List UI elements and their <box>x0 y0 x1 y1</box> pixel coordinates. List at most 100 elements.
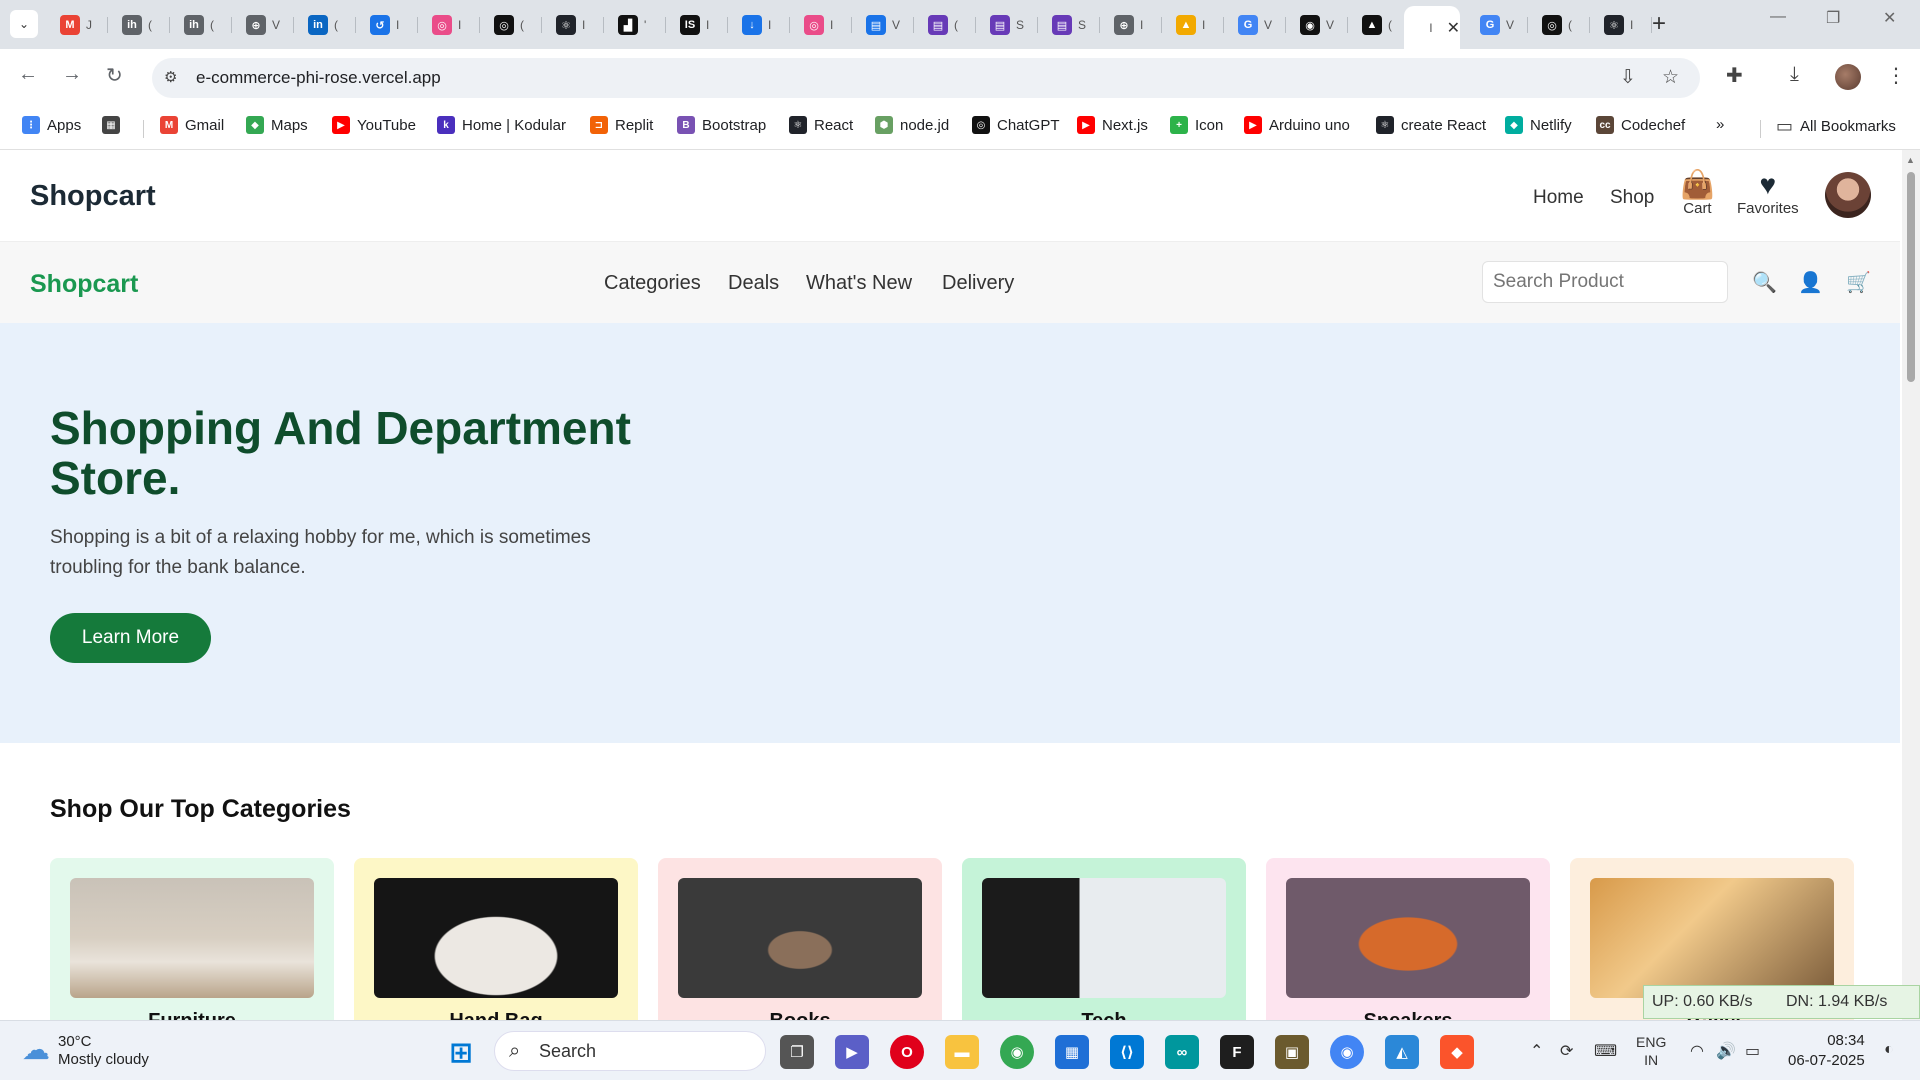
install-app-icon[interactable]: ⇩ <box>1620 66 1636 89</box>
bookmark-item[interactable]: + Icon <box>1170 116 1223 134</box>
browser-tab[interactable]: ◎ I <box>422 8 480 42</box>
browser-tab[interactable]: ◉ V <box>1290 8 1348 42</box>
profile-avatar[interactable] <box>1835 64 1861 90</box>
meet-icon[interactable]: ▶ <box>835 1035 869 1069</box>
bookmark-item[interactable]: ◆ Maps <box>246 116 308 134</box>
new-tab-button[interactable]: + <box>1652 10 1666 38</box>
site-info-icon[interactable]: ⚙ <box>164 68 177 86</box>
page-scrollbar[interactable]: ▲ <box>1902 150 1920 1020</box>
browser-tab[interactable]: ⊕ V <box>236 8 294 42</box>
keyboard-icon[interactable]: ⌨ <box>1594 1041 1617 1061</box>
browser-tab[interactable]: ▟ ' <box>608 8 666 42</box>
browser-tab[interactable]: ▲ I <box>1166 8 1224 42</box>
menu-icon[interactable]: ⋮ <box>1886 63 1906 88</box>
bookmark-item[interactable]: ⚛ React <box>789 116 853 134</box>
bookmark-item[interactable]: ⬢ node.jd <box>875 116 949 134</box>
browser-tab[interactable]: ▤( <box>918 8 976 42</box>
browser-tab[interactable]: ⊕ I <box>1104 8 1162 42</box>
chrome-icon[interactable]: ◉ <box>1000 1035 1034 1069</box>
battery-icon[interactable]: ▭ <box>1745 1041 1760 1061</box>
figma-icon[interactable]: F <box>1220 1035 1254 1069</box>
back-button[interactable]: ← <box>18 63 38 86</box>
subnav-whats-new[interactable]: What's New <box>806 272 912 295</box>
sync-icon[interactable]: ⟳ <box>1560 1041 1573 1061</box>
tab-search-button[interactable]: ⌄ <box>10 10 38 38</box>
close-tab-icon[interactable]: ✕ <box>1447 18 1460 38</box>
minimize-icon[interactable]: — <box>1770 8 1786 26</box>
browser-tab[interactable]: ▤ S <box>1042 8 1100 42</box>
browser-tab[interactable]: in ( <box>298 8 356 42</box>
browser-tab[interactable]: ↓ I <box>732 8 790 42</box>
bookmark-item[interactable]: ◆ Netlify <box>1505 116 1572 134</box>
start-button[interactable]: ⊞ <box>444 1035 478 1069</box>
chrome-profile-icon[interactable]: ◉ <box>1330 1035 1364 1069</box>
browser-tab[interactable]: I ✕ <box>1404 6 1460 49</box>
downloads-icon[interactable]: ⤓ <box>1790 63 1799 86</box>
search-input[interactable] <box>1482 261 1728 303</box>
file-explorer-icon[interactable]: ▬ <box>945 1035 979 1069</box>
bookmark-item[interactable]: cc Codechef <box>1596 116 1685 134</box>
brave-icon[interactable]: ◆ <box>1440 1035 1474 1069</box>
task-view-icon[interactable]: ❐ <box>780 1035 814 1069</box>
browser-tab[interactable]: ◎( <box>1532 8 1590 42</box>
browser-tab[interactable]: ▤ S <box>980 8 1038 42</box>
category-card[interactable]: Furniture <box>50 858 334 1020</box>
browser-tab[interactable]: ▲( <box>1352 8 1410 42</box>
user-avatar[interactable] <box>1825 172 1871 218</box>
arduino-icon[interactable]: ∞ <box>1165 1035 1199 1069</box>
all-bookmarks-button[interactable]: ▭ All Bookmarks <box>1776 116 1896 137</box>
cart-button[interactable]: 👜 Cart <box>1680 170 1715 218</box>
category-card[interactable]: Books <box>658 858 942 1020</box>
favorites-button[interactable]: ♥ Favorites <box>1737 170 1799 218</box>
site-logo[interactable]: Shopcart <box>30 180 156 213</box>
browser-tab[interactable]: MJ <box>50 8 108 42</box>
bookmark-item[interactable]: k Home | Kodular <box>437 116 566 134</box>
wifi-icon[interactable]: ◠ <box>1690 1041 1704 1061</box>
forward-button[interactable]: → <box>62 63 82 86</box>
bookmark-item[interactable]: ⚛ create React <box>1376 116 1486 134</box>
notifications-icon[interactable]: ◐ <box>1884 1041 1894 1059</box>
browser-tab[interactable]: ◎ I <box>794 8 852 42</box>
category-card[interactable]: Tech <box>962 858 1246 1020</box>
bookmark-item[interactable]: ▶ Arduino uno <box>1244 116 1350 134</box>
weather-widget[interactable]: ☁ 30°C Mostly cloudy <box>22 1033 149 1069</box>
browser-tab[interactable]: ⚛ I <box>1594 8 1652 42</box>
bookmark-item[interactable]: ▦ <box>102 116 127 134</box>
nav-home[interactable]: Home <box>1533 187 1584 209</box>
photos-icon[interactable]: ◭ <box>1385 1035 1419 1069</box>
opera-icon[interactable]: O <box>890 1035 924 1069</box>
close-window-icon[interactable]: ✕ <box>1883 8 1896 28</box>
taskbar-search[interactable]: ⌕ Search <box>494 1031 766 1071</box>
bookmark-item[interactable]: ⋮ Apps <box>22 116 81 134</box>
browser-tab[interactable]: GV <box>1228 8 1286 42</box>
browser-tab[interactable]: GV <box>1470 8 1528 42</box>
sub-logo[interactable]: Shopcart <box>30 270 138 299</box>
browser-tab[interactable]: ◎( <box>484 8 542 42</box>
reload-button[interactable]: ↻ <box>106 63 123 88</box>
bookmark-star-icon[interactable]: ☆ <box>1662 66 1679 89</box>
volume-icon[interactable]: 🔊 <box>1716 1041 1736 1061</box>
bookmark-item[interactable]: ▶ YouTube <box>332 116 416 134</box>
tray-chevron-icon[interactable]: ⌃ <box>1530 1041 1543 1061</box>
subnav-deals[interactable]: Deals <box>728 272 779 295</box>
bookmark-item[interactable]: M Gmail <box>160 116 224 134</box>
bookmark-item[interactable]: ◎ ChatGPT <box>972 116 1060 134</box>
app-icon[interactable]: ▣ <box>1275 1035 1309 1069</box>
category-card[interactable]: Hand Bag <box>354 858 638 1020</box>
category-card[interactable]: Sneakers <box>1266 858 1550 1020</box>
scroll-up-icon[interactable]: ▲ <box>1906 155 1915 165</box>
browser-tab[interactable]: IS I <box>670 8 728 42</box>
user-icon[interactable]: 👤 <box>1798 270 1823 295</box>
more-bookmarks-button[interactable]: » <box>1716 116 1724 133</box>
browser-tab[interactable]: ih ( <box>174 8 232 42</box>
subnav-delivery[interactable]: Delivery <box>942 272 1014 295</box>
search-icon[interactable]: 🔍 <box>1752 270 1777 295</box>
scroll-thumb[interactable] <box>1907 172 1915 382</box>
browser-tab[interactable]: ih ( <box>112 8 170 42</box>
vscode-icon[interactable]: ⟨⟩ <box>1110 1035 1144 1069</box>
browser-tab[interactable]: ▤ V <box>856 8 914 42</box>
restore-icon[interactable]: ❐ <box>1826 8 1840 28</box>
address-bar[interactable]: ⚙ e-commerce-phi-rose.vercel.app ⇩ ☆ <box>152 58 1700 98</box>
browser-tab[interactable]: ⚛ I <box>546 8 604 42</box>
language-indicator[interactable]: ENG IN <box>1636 1033 1666 1069</box>
